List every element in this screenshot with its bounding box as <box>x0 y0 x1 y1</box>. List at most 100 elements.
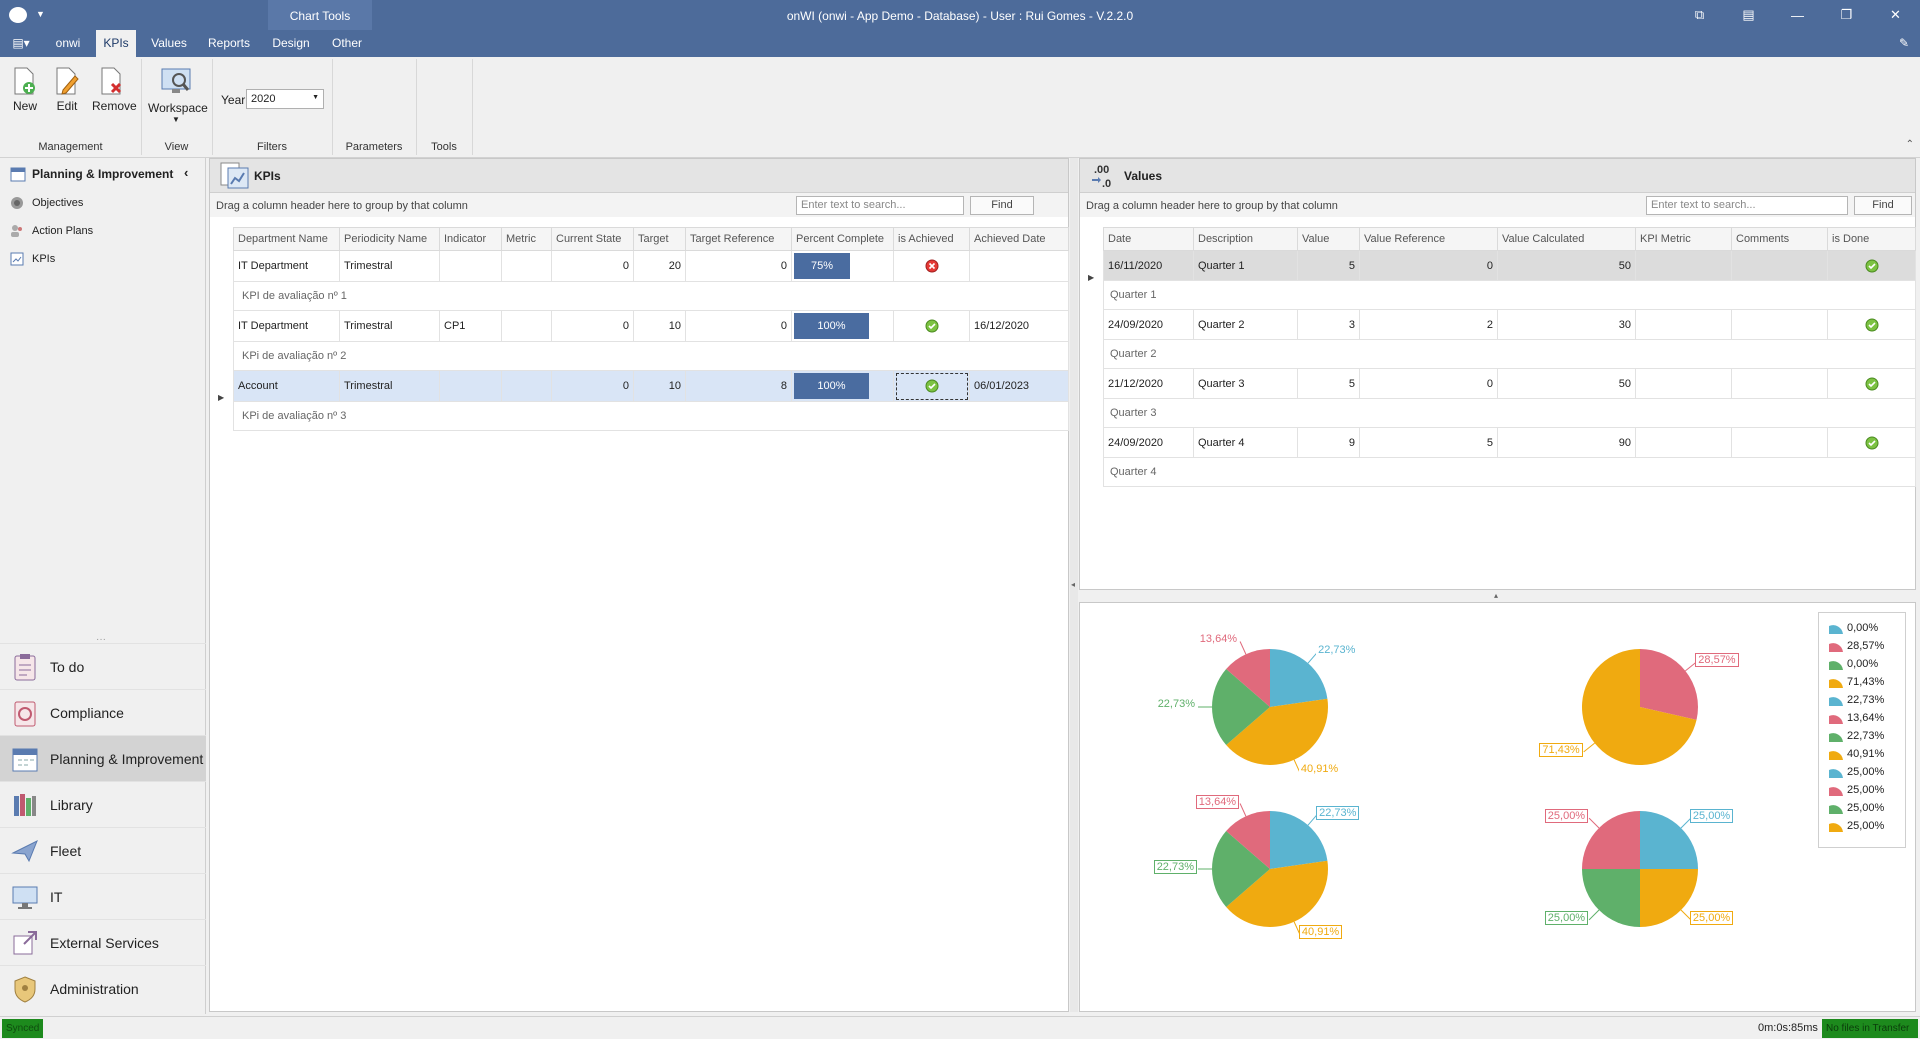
table-row[interactable]: 24/09/2020 Quarter 2 3 2 30 <box>1103 309 1916 340</box>
cell-is-achieved[interactable] <box>893 310 970 342</box>
module-fleet[interactable]: Fleet <box>0 827 206 873</box>
tab-values[interactable]: Values <box>144 30 194 57</box>
cell-indicator[interactable]: CP1 <box>439 310 502 342</box>
values-group-panel[interactable]: Drag a column header here to group by th… <box>1080 193 1915 217</box>
cell-is-done[interactable] <box>1827 427 1916 458</box>
nav-item-action-plans[interactable]: Action Plans <box>10 220 93 242</box>
pie-slice[interactable] <box>1270 649 1328 707</box>
cell-value[interactable]: 9 <box>1297 427 1360 458</box>
cell-description[interactable]: Quarter 2 <box>1193 309 1298 340</box>
values-search-input[interactable]: Enter text to search... <box>1646 196 1848 215</box>
collapse-nav-icon[interactable]: ‹ <box>184 165 188 180</box>
cell-department[interactable]: IT Department <box>233 310 340 342</box>
table-row[interactable]: 24/09/2020 Quarter 4 9 5 90 <box>1103 427 1916 458</box>
cell-description[interactable]: Quarter 1 <box>1193 250 1298 281</box>
table-row[interactable]: 21/12/2020 Quarter 3 5 0 50 <box>1103 368 1916 399</box>
cell-date[interactable]: 21/12/2020 <box>1103 368 1194 399</box>
cell-achieved-date[interactable]: 06/01/2023 <box>969 370 1069 402</box>
table-row[interactable]: 16/11/2020 Quarter 1 5 0 50 <box>1103 250 1916 281</box>
cell-current-state[interactable]: 0 <box>551 250 634 282</box>
tab-onwi[interactable]: onwi <box>44 30 92 57</box>
col-value-calculated[interactable]: Value Calculated <box>1497 227 1636 251</box>
table-row[interactable]: IT Department Trimestral CP1 0 10 0 100%… <box>233 310 1069 342</box>
cell-department[interactable]: IT Department <box>233 250 340 282</box>
module-compliance[interactable]: Compliance <box>0 689 206 735</box>
cell-current-state[interactable]: 0 <box>551 370 634 402</box>
cell-is-done[interactable] <box>1827 309 1916 340</box>
new-button[interactable]: New <box>10 66 40 113</box>
cell-target[interactable]: 20 <box>633 250 686 282</box>
nav-item-objectives[interactable]: Objectives <box>10 192 83 214</box>
remove-button[interactable]: Remove <box>92 66 137 113</box>
col-achieved-date[interactable]: Achieved Date <box>969 227 1069 251</box>
cell-achieved-date[interactable]: 16/12/2020 <box>969 310 1069 342</box>
cell-value-reference[interactable]: 0 <box>1359 368 1498 399</box>
cell-is-done[interactable] <box>1827 368 1916 399</box>
cell-comments[interactable] <box>1731 250 1828 281</box>
cell-kpi-metric[interactable] <box>1635 427 1732 458</box>
col-indicator[interactable]: Indicator <box>439 227 502 251</box>
cell-value[interactable]: 5 <box>1297 250 1360 281</box>
settings-tools-icon[interactable]: ✎ <box>1894 30 1914 57</box>
module-to-do[interactable]: To do <box>0 643 206 689</box>
cell-indicator[interactable] <box>439 370 502 402</box>
cell-metric[interactable] <box>501 370 552 402</box>
cell-value[interactable]: 5 <box>1297 368 1360 399</box>
legend-item[interactable]: 0,00% <box>1819 619 1905 637</box>
col-target-reference[interactable]: Target Reference <box>685 227 792 251</box>
cell-kpi-metric[interactable] <box>1635 368 1732 399</box>
cell-date[interactable]: 16/11/2020 <box>1103 250 1194 281</box>
edit-button[interactable]: Edit <box>52 66 82 113</box>
cell-target[interactable]: 10 <box>633 310 686 342</box>
cell-target-reference[interactable]: 0 <box>685 310 792 342</box>
cell-periodicity[interactable]: Trimestral <box>339 250 440 282</box>
cell-department[interactable]: Account <box>233 370 340 402</box>
tab-design[interactable]: Design <box>268 30 314 57</box>
cell-percent-complete[interactable]: 100% <box>791 370 894 402</box>
cell-comments[interactable] <box>1731 427 1828 458</box>
legend-item[interactable]: 25,00% <box>1819 781 1905 799</box>
minimize-button[interactable]: — <box>1773 0 1822 30</box>
cell-kpi-metric[interactable] <box>1635 250 1732 281</box>
kpis-search-input[interactable]: Enter text to search... <box>796 196 964 215</box>
col-current-state[interactable]: Current State <box>551 227 634 251</box>
cell-target[interactable]: 10 <box>633 370 686 402</box>
window-list-icon[interactable]: ▤ <box>1724 0 1773 30</box>
cell-date[interactable]: 24/09/2020 <box>1103 427 1194 458</box>
col-date[interactable]: Date <box>1103 227 1194 251</box>
cell-value-calculated[interactable]: 50 <box>1497 368 1636 399</box>
cell-target-reference[interactable]: 8 <box>685 370 792 402</box>
module-library[interactable]: Library <box>0 781 206 827</box>
legend-item[interactable]: 28,57% <box>1819 637 1905 655</box>
tab-kpis[interactable]: KPIs <box>96 30 136 57</box>
nav-item-kpis[interactable]: KPIs <box>10 248 55 270</box>
cell-comments[interactable] <box>1731 309 1828 340</box>
tab-reports[interactable]: Reports <box>204 30 254 57</box>
module-planning-improvement[interactable]: Planning & Improvement <box>0 735 206 781</box>
cell-indicator[interactable] <box>439 250 502 282</box>
cell-value-reference[interactable]: 5 <box>1359 427 1498 458</box>
col-comments[interactable]: Comments <box>1731 227 1828 251</box>
legend-item[interactable]: 25,00% <box>1819 799 1905 817</box>
legend-item[interactable]: 0,00% <box>1819 655 1905 673</box>
module-external-services[interactable]: External Services <box>0 919 206 965</box>
workspace-button[interactable]: Workspace ▼ <box>148 66 208 124</box>
col-periodicity-name[interactable]: Periodicity Name <box>339 227 440 251</box>
legend-item[interactable]: 71,43% <box>1819 673 1905 691</box>
pie-slice[interactable] <box>1270 811 1328 869</box>
legend-item[interactable]: 22,73% <box>1819 727 1905 745</box>
cell-periodicity[interactable]: Trimestral <box>339 310 440 342</box>
cell-value-reference[interactable]: 0 <box>1359 250 1498 281</box>
legend-item[interactable]: 25,00% <box>1819 817 1905 835</box>
cell-periodicity[interactable]: Trimestral <box>339 370 440 402</box>
cell-is-achieved[interactable] <box>893 370 970 402</box>
cell-is-done[interactable] <box>1827 250 1916 281</box>
module-it[interactable]: IT <box>0 873 206 919</box>
collapse-ribbon-icon[interactable]: ⌃ <box>1906 139 1914 150</box>
cell-comments[interactable] <box>1731 368 1828 399</box>
col-is-done[interactable]: is Done <box>1827 227 1916 251</box>
cell-target-reference[interactable]: 0 <box>685 250 792 282</box>
splitter-arrow-icon[interactable]: ▴ <box>1494 591 1498 600</box>
col-is-achieved[interactable]: is Achieved <box>893 227 970 251</box>
legend-item[interactable]: 40,91% <box>1819 745 1905 763</box>
